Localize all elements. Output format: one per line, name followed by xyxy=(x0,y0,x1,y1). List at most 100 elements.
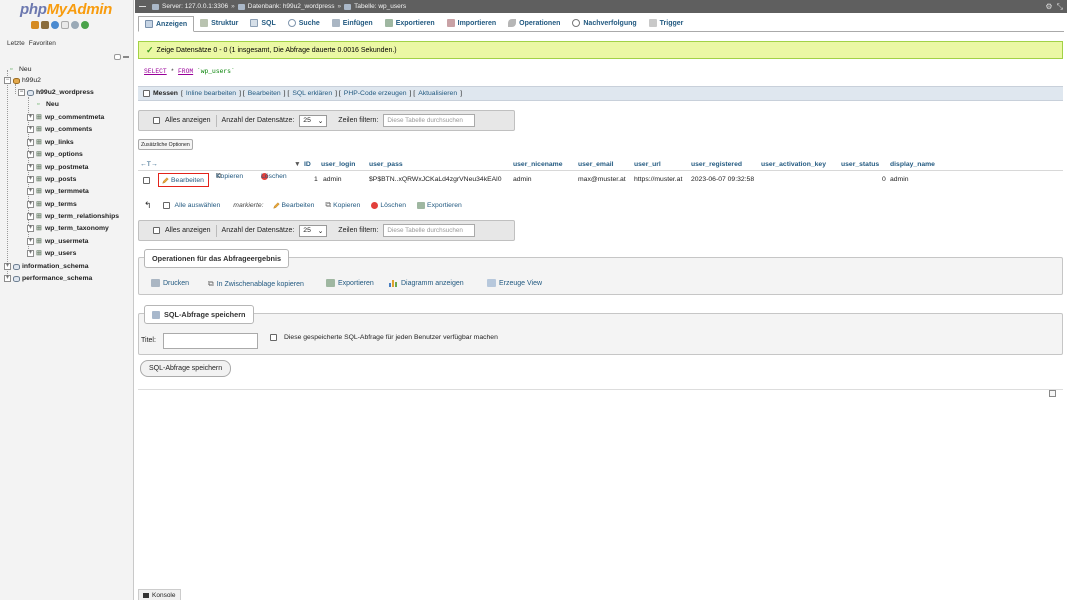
tab-sql[interactable]: SQL xyxy=(244,15,281,31)
expand-icon[interactable]: + xyxy=(27,238,34,245)
explain-sql-link[interactable]: SQL erklären xyxy=(292,90,332,97)
console-toggle[interactable]: Konsole xyxy=(138,589,181,600)
title-input[interactable] xyxy=(163,333,258,349)
tree-item-wp-postmeta[interactable]: + ⊞ wp_postmeta xyxy=(27,162,88,173)
bulk-delete-button[interactable]: Löschen xyxy=(371,201,406,209)
tab-browse[interactable]: Anzeigen xyxy=(138,16,195,32)
select-all-label[interactable]: Alle auswählen xyxy=(175,202,221,209)
show-all-checkbox[interactable] xyxy=(153,227,160,234)
share-query-checkbox[interactable] xyxy=(270,334,277,341)
tree-item-information-schema[interactable]: + information_schema xyxy=(4,261,88,272)
filter-rows-input[interactable]: Diese Tabelle durchsuchen xyxy=(383,114,476,127)
select-all-checkbox[interactable] xyxy=(162,201,170,209)
tree-item-wp-terms[interactable]: + ⊞ wp_terms xyxy=(27,199,77,210)
breadcrumb-server[interactable]: Server: 127.0.0.1:3306 xyxy=(162,3,228,10)
column-header-user-registered[interactable]: user_registered xyxy=(691,161,742,168)
expand-icon[interactable]: + xyxy=(27,126,34,133)
cell-id[interactable]: 1 xyxy=(314,176,318,183)
rows-count-select[interactable]: 25 ⌄ xyxy=(299,114,328,127)
tree-item-wp-usermeta[interactable]: + ⊞ wp_usermeta xyxy=(27,236,88,247)
expand-icon[interactable]: + xyxy=(27,250,34,257)
create-php-code-link[interactable]: PHP-Code erzeugen xyxy=(344,90,407,97)
menu-toggle-icon[interactable] xyxy=(139,6,146,7)
bulk-export-button[interactable]: Exportieren xyxy=(417,201,462,209)
create-view-link[interactable]: Erzeuge View xyxy=(487,279,542,287)
tab-export[interactable]: Exportieren xyxy=(379,15,441,31)
edit-query-link[interactable]: Bearbeiten xyxy=(248,90,281,97)
tab-operations[interactable]: Operationen xyxy=(502,15,566,31)
column-header-user-pass[interactable]: user_pass xyxy=(369,161,403,168)
copy-to-clipboard-link[interactable]: ⧉ In Zwischenablage kopieren xyxy=(208,279,304,289)
expand-icon[interactable]: + xyxy=(27,164,34,171)
collapse-all-icon[interactable] xyxy=(114,54,121,60)
bulk-edit-button[interactable]: Bearbeiten xyxy=(272,202,314,209)
column-header-display-name[interactable]: display_name xyxy=(890,161,935,168)
tab-import[interactable]: Importieren xyxy=(441,15,503,31)
cell-user-registered[interactable]: 2023-06-07 09:32:58 xyxy=(691,176,754,183)
cell-user-email[interactable]: max@muster.at xyxy=(578,176,626,183)
sort-down-icon[interactable]: ▼ xyxy=(294,161,301,168)
cell-user-status[interactable]: 0 xyxy=(882,176,886,183)
expand-icon[interactable]: + xyxy=(4,275,11,282)
tree-item-wp-users[interactable]: + ⊞ wp_users xyxy=(27,248,76,259)
bulk-copy-button[interactable]: ⧉ Kopieren xyxy=(325,200,360,210)
expand-icon[interactable]: + xyxy=(4,263,11,270)
docs-icon[interactable] xyxy=(61,21,69,29)
tree-item-wp-posts[interactable]: + ⊞ wp_posts xyxy=(27,174,76,185)
nav-tab-favorites[interactable]: Favoriten xyxy=(29,40,56,47)
expand-icon[interactable]: + xyxy=(27,213,34,220)
collapse-icon[interactable]: ⤡ xyxy=(1057,2,1063,12)
tree-item-wp-commentmeta[interactable]: + ⊞ wp_commentmeta xyxy=(27,112,104,123)
phpmyadmin-logo[interactable]: phpMyAdmin xyxy=(20,1,112,18)
sql-keyword[interactable]: SELECT xyxy=(144,68,167,75)
breadcrumb-database[interactable]: Datenbank: h99u2_wordpress xyxy=(248,3,335,10)
expand-icon[interactable]: + xyxy=(27,201,34,208)
reload-icon[interactable] xyxy=(81,21,89,29)
tree-item-wp-comments[interactable]: + ⊞ wp_comments xyxy=(27,124,92,135)
expand-icon[interactable]: + xyxy=(27,151,34,158)
scroll-to-top-icon[interactable] xyxy=(1049,390,1056,397)
tree-item-wp-term-taxonomy[interactable]: + ⊞ wp_term_taxonomy xyxy=(27,223,109,234)
tree-item-wp-options[interactable]: + ⊞ wp_options xyxy=(27,149,83,160)
link-icon[interactable] xyxy=(123,56,129,58)
collapse-icon[interactable]: − xyxy=(18,89,25,96)
extra-options-button[interactable]: Zusätzliche Optionen xyxy=(138,139,193,150)
tab-tracking[interactable]: Nachverfolgung xyxy=(566,15,642,31)
sql-keyword[interactable]: FROM xyxy=(178,68,193,75)
export-link[interactable]: Exportieren xyxy=(326,279,374,287)
tree-item-h99u2-wordpress[interactable]: − h99u2_wordpress xyxy=(18,87,94,98)
exit-icon[interactable] xyxy=(41,21,49,29)
gear-icon[interactable]: ⚙ xyxy=(1045,2,1052,12)
tab-trigger[interactable]: Trigger xyxy=(643,15,690,31)
rows-count-select[interactable]: 25 ⌄ xyxy=(299,224,328,237)
breadcrumb-table[interactable]: Tabelle: wp_users xyxy=(354,3,406,10)
settings-icon[interactable] xyxy=(71,21,79,29)
column-resize-arrows[interactable]: ←T→ xyxy=(140,161,158,168)
cell-user-nicename[interactable]: admin xyxy=(513,176,532,183)
cell-user-login[interactable]: admin xyxy=(323,176,342,183)
row-checkbox[interactable] xyxy=(143,177,150,184)
column-header-user-email[interactable]: user_email xyxy=(578,161,614,168)
nav-tab-recent[interactable]: Letzte xyxy=(7,40,25,47)
show-all-checkbox[interactable] xyxy=(153,117,160,124)
column-header-user-nicename[interactable]: user_nicename xyxy=(513,161,563,168)
print-link[interactable]: Drucken xyxy=(151,279,189,287)
cell-user-pass[interactable]: $P$BTN..xQRWxJCKaLd4zgrVNeu34kEAl0 xyxy=(369,176,501,183)
tree-item-new-db[interactable]: ▫ Neu xyxy=(10,64,31,75)
cell-display-name[interactable]: admin xyxy=(890,176,909,183)
inline-edit-link[interactable]: Inline bearbeiten xyxy=(186,90,236,97)
expand-icon[interactable]: + xyxy=(27,139,34,146)
expand-icon[interactable]: + xyxy=(27,176,34,183)
column-header-user-login[interactable]: user_login xyxy=(321,161,355,168)
tree-item-performance-schema[interactable]: + performance_schema xyxy=(4,273,92,284)
tree-item-wp-termmeta[interactable]: + ⊞ wp_termmeta xyxy=(27,186,89,197)
save-sql-query-button[interactable]: SQL-Abfrage speichern xyxy=(140,360,232,377)
filter-rows-input[interactable]: Diese Tabelle durchsuchen xyxy=(383,224,476,237)
tree-item-wp-links[interactable]: + ⊞ wp_links xyxy=(27,137,74,148)
expand-icon[interactable]: + xyxy=(27,114,34,121)
column-header-user-status[interactable]: user_status xyxy=(841,161,879,168)
expand-icon[interactable]: + xyxy=(27,225,34,232)
tree-item-new-table[interactable]: ▫ Neu xyxy=(37,99,59,110)
cell-user-url[interactable]: https://muster.at xyxy=(634,176,682,183)
tree-item-wp-term-relationships[interactable]: + ⊞ wp_term_relationships xyxy=(27,211,119,222)
